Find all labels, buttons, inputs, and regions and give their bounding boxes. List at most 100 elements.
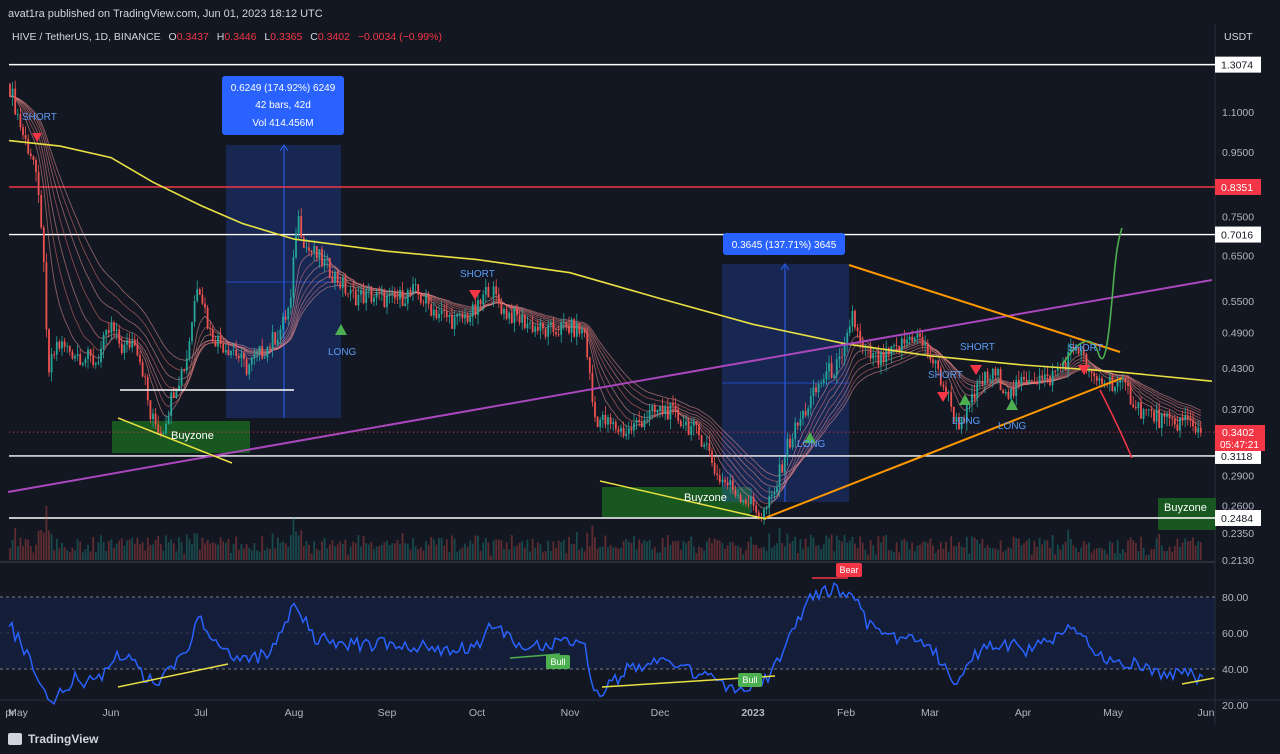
volume-bar <box>542 552 544 560</box>
candle-body <box>674 405 677 410</box>
volume-bar <box>326 548 329 560</box>
time-tick-13: May <box>1103 707 1124 719</box>
volume-bar <box>89 551 92 560</box>
candle-body <box>471 304 474 317</box>
volume-bar <box>711 543 713 560</box>
volume-bar <box>568 536 570 560</box>
volume-bar <box>708 538 711 560</box>
candle-body <box>562 322 565 324</box>
candle-body <box>308 247 310 251</box>
candle-body <box>68 345 71 352</box>
time-tick-11: Mar <box>921 707 940 719</box>
volume-bar <box>516 545 518 560</box>
volume-bar <box>911 542 914 560</box>
volume-bar <box>994 548 997 560</box>
volume-bar <box>370 541 373 560</box>
chart-canvas[interactable]: avat1ra published on TradingView.com, Ju… <box>0 0 1280 754</box>
candle-body <box>1189 418 1192 421</box>
volume-bar <box>835 535 838 560</box>
candle-body <box>1197 427 1200 433</box>
candle-body <box>261 346 264 359</box>
volume-bar <box>822 544 825 560</box>
candle-body <box>791 439 794 448</box>
candle-body <box>1194 426 1197 433</box>
volume-bar <box>981 538 984 560</box>
volume-bar <box>373 549 375 560</box>
candle-body <box>149 400 152 420</box>
candle-body <box>1041 375 1044 379</box>
candle-body <box>679 420 682 426</box>
volume-bar <box>924 541 927 560</box>
volume-bar <box>1075 547 1077 560</box>
volume-bar <box>126 540 128 560</box>
candle-body <box>409 290 412 293</box>
volume-bar <box>783 546 786 560</box>
candle-body <box>154 413 157 425</box>
volume-bar <box>560 542 563 560</box>
candle-body <box>185 358 188 371</box>
candle-body <box>76 354 79 357</box>
candle-body <box>726 482 729 486</box>
tradingview-logo[interactable]: TradingView <box>8 732 99 746</box>
candle-body <box>297 216 300 234</box>
level-tag-label-2: 0.7016 <box>1221 230 1253 242</box>
volume-bar <box>1025 540 1028 560</box>
candle-body <box>682 425 685 426</box>
volume-bar <box>230 552 232 560</box>
volume-bar <box>562 539 565 560</box>
volume-bar <box>627 541 630 560</box>
volume-bar <box>705 541 708 560</box>
volume-bar <box>74 550 76 560</box>
candle-body <box>24 135 27 139</box>
volume-bar <box>599 546 602 560</box>
rsi-tick-2: 40.00 <box>1222 664 1248 676</box>
candle-body <box>607 417 609 425</box>
volume-bar <box>1033 540 1036 560</box>
volume-bar <box>305 540 308 560</box>
volume-bar <box>1054 554 1057 560</box>
volume-bar <box>341 543 344 560</box>
volume-bar <box>882 536 885 560</box>
candle-body <box>640 421 643 427</box>
volume-bar <box>466 546 469 560</box>
candle-body <box>812 387 815 397</box>
volume-bar <box>1129 537 1132 560</box>
volume-bar <box>282 541 284 560</box>
candle-body <box>204 303 206 308</box>
volume-bar <box>958 541 960 560</box>
volume-bar <box>755 544 758 560</box>
candle-body <box>417 284 420 295</box>
volume-bar <box>573 543 576 560</box>
candle-body <box>328 258 331 278</box>
volume-bar <box>68 552 71 560</box>
candle-body <box>94 363 97 365</box>
volume-bar <box>1093 549 1096 560</box>
volume-bar <box>963 547 966 560</box>
candle-body <box>731 480 734 490</box>
candle-body <box>222 343 225 353</box>
candle-body <box>180 369 183 386</box>
volume-bar <box>513 546 516 560</box>
volume-bar <box>250 550 253 560</box>
candle-body <box>196 289 199 302</box>
candle-body <box>1173 419 1176 425</box>
volume-bar <box>404 543 407 560</box>
volume-bar <box>898 552 901 560</box>
candle-body <box>622 427 625 436</box>
volume-bar <box>529 551 531 560</box>
candle-body <box>115 329 118 331</box>
volume-bar <box>1036 547 1038 560</box>
candle-body <box>526 323 529 329</box>
volume-bar <box>201 537 204 560</box>
volume-bar <box>1168 546 1171 560</box>
volume-bar <box>1049 547 1051 560</box>
short-label-4: SHORT <box>960 342 995 353</box>
volume-bar <box>235 536 238 560</box>
volume-bar <box>432 539 435 560</box>
candle-body <box>269 346 271 349</box>
volume-bar <box>778 527 781 560</box>
candle-body <box>861 342 864 349</box>
candle-body <box>809 396 812 409</box>
candle-body <box>677 409 680 421</box>
volume-bar <box>412 538 414 560</box>
